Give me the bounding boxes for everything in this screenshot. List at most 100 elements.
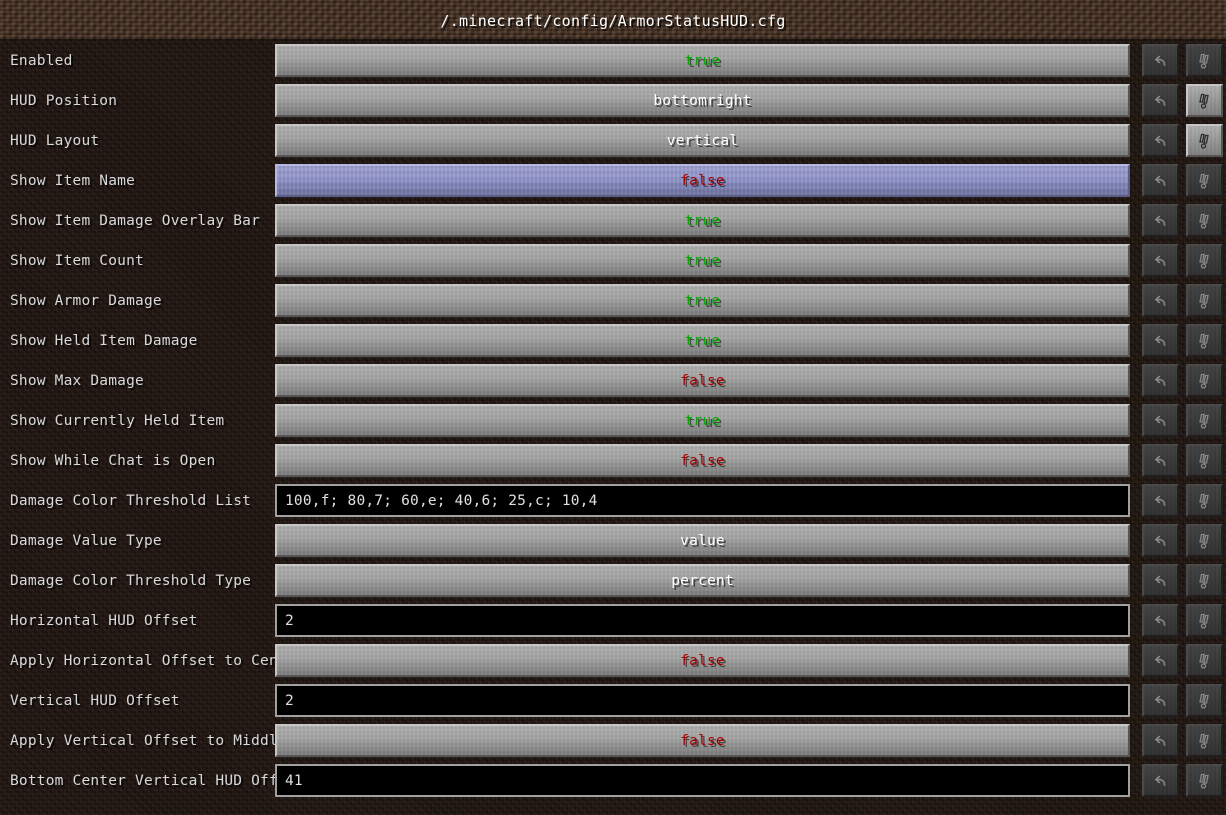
config-row-label: Show Currently Held Item (10, 413, 225, 429)
reset-default-button[interactable] (1186, 564, 1223, 597)
config-row-label: Show Item Name (10, 173, 136, 189)
config-value-text: true (684, 292, 721, 309)
config-value-button[interactable]: false (275, 724, 1130, 757)
reset-default-button[interactable] (1186, 364, 1223, 397)
undo-arrow-icon (1142, 284, 1179, 317)
reset-default-button[interactable] (1186, 684, 1223, 717)
reset-default-button[interactable] (1186, 484, 1223, 517)
config-value-button[interactable]: false (275, 644, 1130, 677)
reset-default-icon (1186, 764, 1223, 797)
config-row: Show Item Count true (0, 241, 1226, 281)
undo-button[interactable] (1142, 84, 1179, 117)
config-value-button[interactable]: true (275, 244, 1130, 277)
undo-button[interactable] (1142, 604, 1179, 637)
undo-button[interactable] (1142, 124, 1179, 157)
reset-default-icon (1186, 684, 1223, 717)
undo-button[interactable] (1142, 444, 1179, 477)
config-row-control: false (275, 724, 1130, 757)
undo-button[interactable] (1142, 684, 1179, 717)
config-row-label: Show Item Damage Overlay Bar (10, 213, 261, 229)
title-bar: /.minecraft/config/ArmorStatusHUD.cfg (0, 0, 1226, 41)
reset-default-button[interactable] (1186, 324, 1223, 357)
config-value-button[interactable]: true (275, 324, 1130, 357)
config-value-button[interactable]: true (275, 204, 1130, 237)
config-row-label: Show Held Item Damage (10, 333, 198, 349)
undo-arrow-icon (1142, 724, 1179, 757)
config-value-text: true (684, 332, 721, 349)
undo-arrow-icon (1142, 564, 1179, 597)
undo-button[interactable] (1142, 324, 1179, 357)
reset-default-icon (1186, 244, 1223, 277)
config-row: Bottom Center Vertical HUD Offset 41 (0, 761, 1226, 801)
undo-arrow-icon (1142, 684, 1179, 717)
undo-button[interactable] (1142, 564, 1179, 597)
config-value-button[interactable]: true (275, 404, 1130, 437)
config-row-label: Damage Value Type (10, 533, 162, 549)
config-value-button[interactable]: false (275, 164, 1130, 197)
undo-button[interactable] (1142, 284, 1179, 317)
undo-arrow-icon (1142, 524, 1179, 557)
config-value-text: true (684, 252, 721, 269)
config-row: HUD Layout vertical (0, 121, 1226, 161)
undo-arrow-icon (1142, 164, 1179, 197)
config-value-button[interactable]: percent (275, 564, 1130, 597)
config-row-label: Vertical HUD Offset (10, 693, 180, 709)
config-value-text: false (680, 452, 725, 469)
config-row-control: true (275, 324, 1130, 357)
reset-default-button[interactable] (1186, 524, 1223, 557)
reset-default-button[interactable] (1186, 724, 1223, 757)
reset-default-button[interactable] (1186, 444, 1223, 477)
undo-button[interactable] (1142, 164, 1179, 197)
undo-button[interactable] (1142, 244, 1179, 277)
config-value-input[interactable]: 2 (275, 604, 1130, 637)
config-value-input[interactable]: 2 (275, 684, 1130, 717)
reset-default-button[interactable] (1186, 604, 1223, 637)
undo-button[interactable] (1142, 644, 1179, 677)
page-title: /.minecraft/config/ArmorStatusHUD.cfg (440, 12, 786, 30)
config-row: Apply Vertical Offset to Middle false (0, 721, 1226, 761)
config-value-text: vertical (666, 132, 739, 149)
undo-button[interactable] (1142, 524, 1179, 557)
reset-default-button[interactable] (1186, 124, 1223, 157)
reset-default-icon (1186, 524, 1223, 557)
reset-default-button[interactable] (1186, 204, 1223, 237)
reset-default-button[interactable] (1186, 284, 1223, 317)
undo-arrow-icon (1142, 404, 1179, 437)
undo-button[interactable] (1142, 44, 1179, 77)
config-value-button[interactable]: value (275, 524, 1130, 557)
reset-default-button[interactable] (1186, 764, 1223, 797)
config-row: Show Max Damage false (0, 361, 1226, 401)
config-value-text: 2 (285, 692, 294, 709)
reset-default-button[interactable] (1186, 244, 1223, 277)
config-value-input[interactable]: 41 (275, 764, 1130, 797)
config-row-label: Horizontal HUD Offset (10, 613, 198, 629)
config-value-button[interactable]: bottomright (275, 84, 1130, 117)
config-value-button[interactable]: true (275, 284, 1130, 317)
undo-button[interactable] (1142, 484, 1179, 517)
undo-button[interactable] (1142, 364, 1179, 397)
reset-default-button[interactable] (1186, 644, 1223, 677)
undo-button[interactable] (1142, 724, 1179, 757)
reset-default-icon (1186, 284, 1223, 317)
reset-default-icon (1186, 724, 1223, 757)
config-value-button[interactable]: false (275, 444, 1130, 477)
config-value-text: false (680, 372, 725, 389)
reset-default-button[interactable] (1186, 164, 1223, 197)
config-value-button[interactable]: true (275, 44, 1130, 77)
config-value-button[interactable]: vertical (275, 124, 1130, 157)
config-row-control: true (275, 284, 1130, 317)
undo-arrow-icon (1142, 244, 1179, 277)
reset-default-icon (1186, 164, 1223, 197)
config-value-input[interactable]: 100,f; 80,7; 60,e; 40,6; 25,c; 10,4 (275, 484, 1130, 517)
config-value-button[interactable]: false (275, 364, 1130, 397)
config-row-label: Apply Horizontal Offset to Center (10, 653, 305, 669)
reset-default-icon (1186, 204, 1223, 237)
undo-button[interactable] (1142, 764, 1179, 797)
reset-default-button[interactable] (1186, 44, 1223, 77)
undo-button[interactable] (1142, 204, 1179, 237)
reset-default-button[interactable] (1186, 404, 1223, 437)
config-row-control: percent (275, 564, 1130, 597)
reset-default-icon (1186, 444, 1223, 477)
reset-default-button[interactable] (1186, 84, 1223, 117)
undo-button[interactable] (1142, 404, 1179, 437)
